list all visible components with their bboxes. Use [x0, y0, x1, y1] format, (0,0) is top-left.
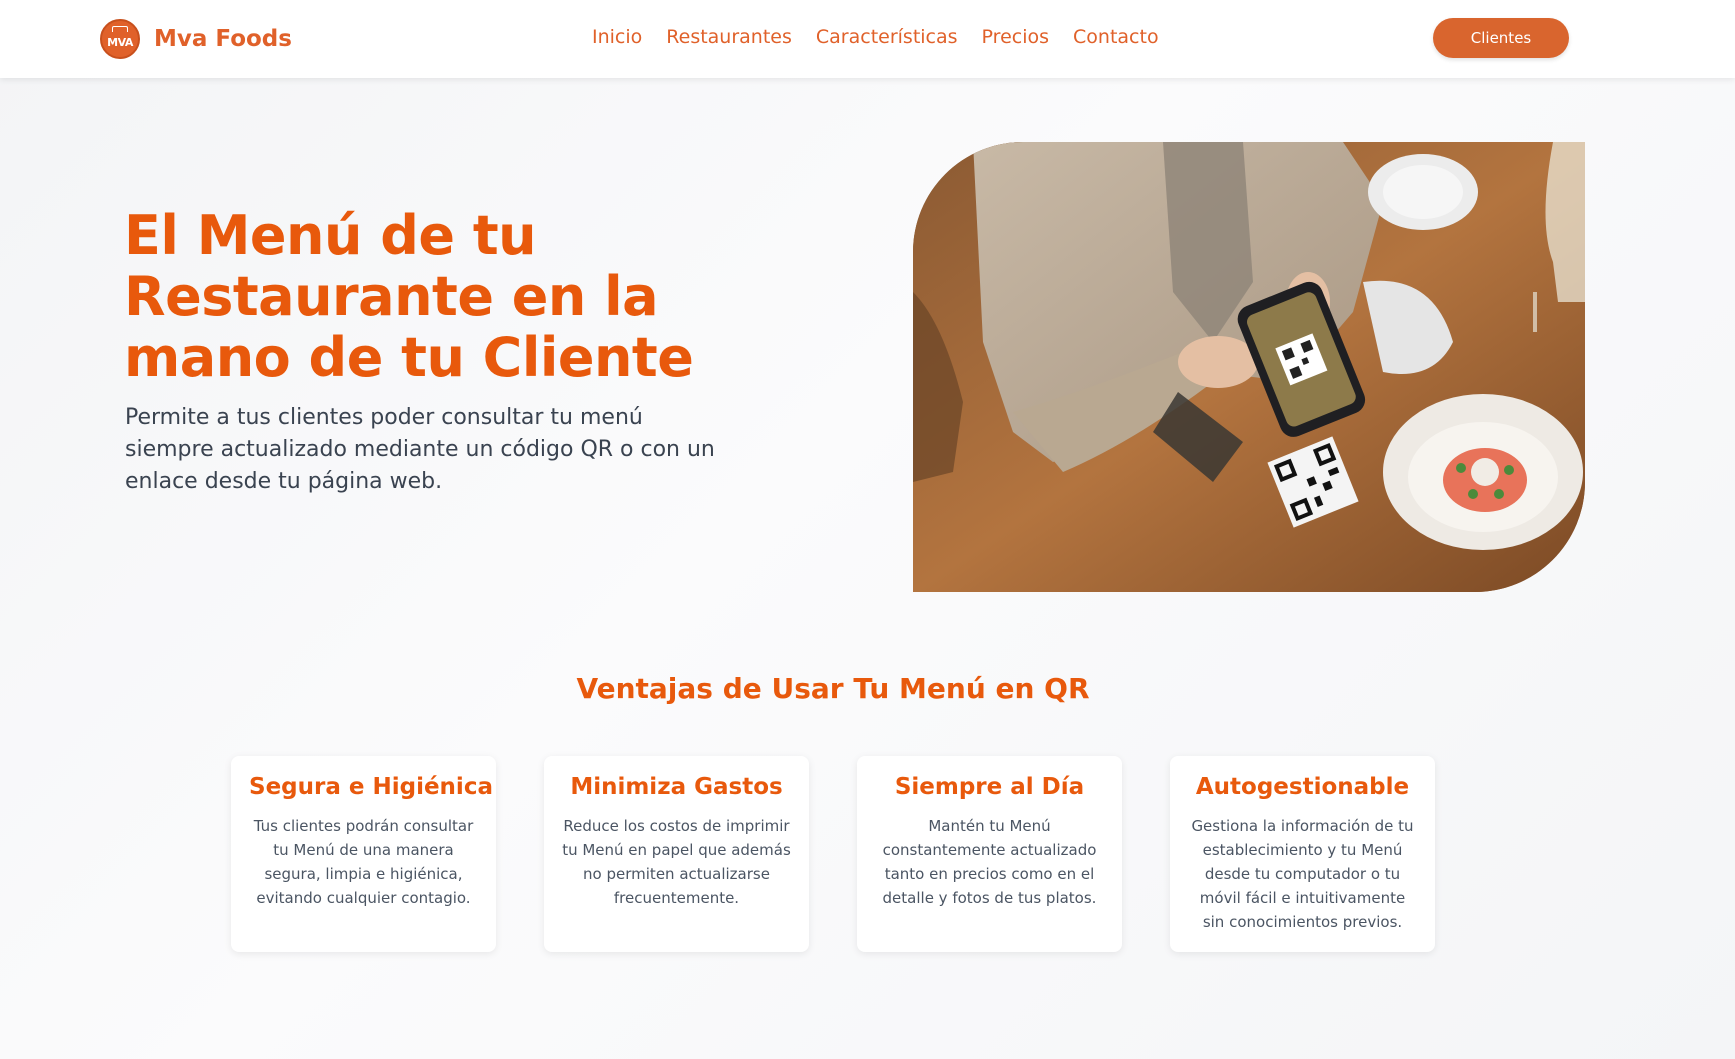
navbar: MVA Mva Foods Inicio Restaurantes Caract…	[0, 0, 1735, 78]
advantage-card-gastos: Minimiza Gastos Reduce los costos de imp…	[544, 756, 809, 952]
hero-image	[913, 142, 1585, 592]
advantage-card-autogestionable: Autogestionable Gestiona la información …	[1170, 756, 1435, 952]
advantage-card-segura: Segura e Higiénica Tus clientes podrán c…	[231, 756, 496, 952]
hero-title: El Menú de tu Restaurante en la mano de …	[124, 204, 694, 389]
advantage-card-title: Autogestionable	[1195, 774, 1410, 800]
nav-link-precios[interactable]: Precios	[982, 26, 1049, 48]
nav-link-contacto[interactable]: Contacto	[1073, 26, 1159, 48]
advantages-title: Ventajas de Usar Tu Menú en QR	[576, 672, 1090, 705]
main-nav: Inicio Restaurantes Características Prec…	[592, 26, 1183, 48]
nav-link-restaurantes[interactable]: Restaurantes	[666, 26, 792, 48]
clients-button[interactable]: Clientes	[1433, 18, 1569, 58]
advantage-card-title: Segura e Higiénica	[249, 774, 493, 800]
nav-link-caracteristicas[interactable]: Características	[816, 26, 958, 48]
nav-link-inicio[interactable]: Inicio	[592, 26, 642, 48]
brand-logo-icon: MVA	[100, 19, 140, 59]
hero-illustration	[913, 142, 1585, 592]
advantage-card-text: Reduce los costos de imprimir tu Menú en…	[562, 817, 791, 907]
fork-knife-icon	[112, 26, 128, 32]
advantage-card-text: Gestiona la información de tu establecim…	[1191, 817, 1414, 931]
advantage-card-title: Siempre al Día	[894, 774, 1085, 800]
hero-subtitle: Permite a tus clientes poder consultar t…	[125, 405, 715, 494]
brand-name: Mva Foods	[154, 26, 292, 52]
advantage-card-text: Tus clientes podrán consultar tu Menú de…	[253, 817, 474, 907]
brand-logo-text: MVA	[107, 35, 133, 49]
brand-link[interactable]: MVA Mva Foods	[100, 18, 292, 60]
advantage-card-title: Minimiza Gastos	[570, 774, 783, 800]
advantage-card-text: Mantén tu Menú constantemente actualizad…	[882, 817, 1097, 907]
advantage-card-al-dia: Siempre al Día Mantén tu Menú constantem…	[857, 756, 1122, 952]
